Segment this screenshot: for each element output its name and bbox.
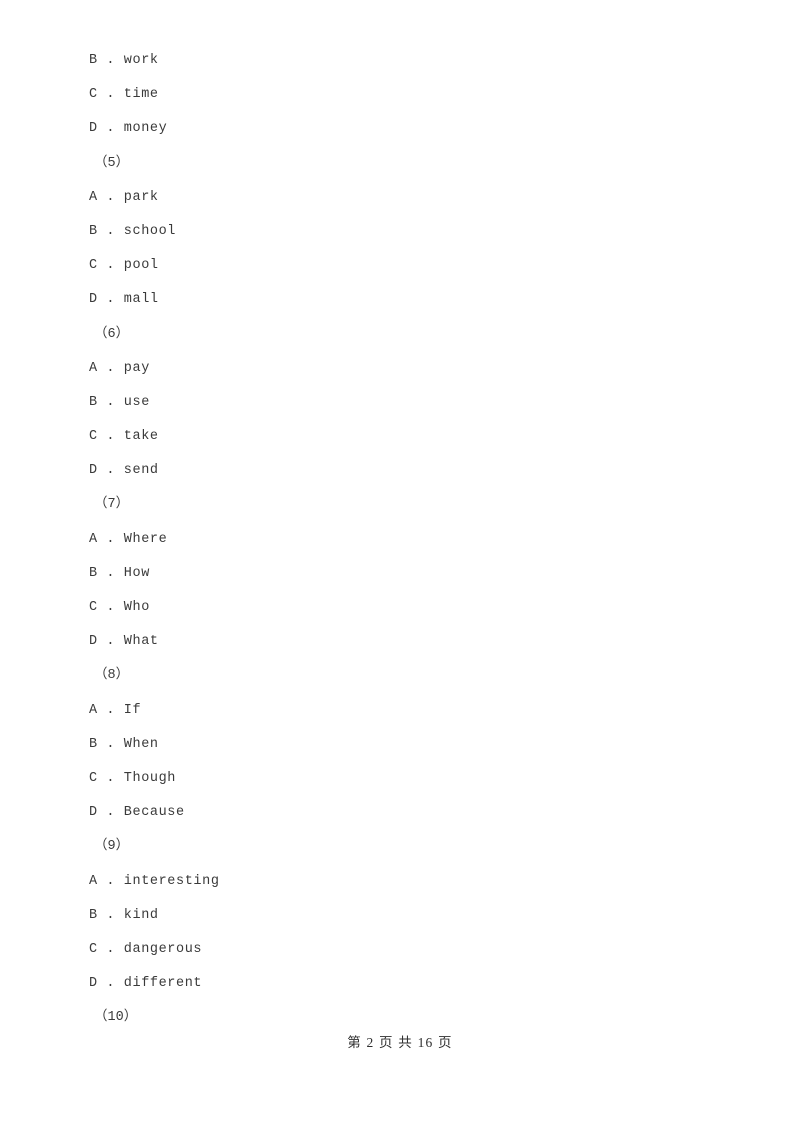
answer-option: C . pool [89,258,159,274]
answer-option: A . pay [89,360,150,376]
question-number: （7） [94,497,130,513]
answer-option: B . work [89,53,159,68]
answer-option: C . dangerous [89,941,203,957]
answer-option: D . mall [89,292,159,308]
answer-option: D . Because [89,805,185,821]
answer-option: C . time [89,87,159,103]
answer-option: C . Who [89,600,150,615]
answer-option: A . If [89,702,142,718]
answer-option: B . use [89,394,150,410]
answer-option: C . take [89,429,159,445]
document-page: B . work C . time D . money （5） A . park B . … [0,0,800,1132]
question-number: （6） [94,326,130,342]
answer-option: A . Where [89,531,168,547]
answer-option: A . park [89,189,159,205]
answer-option: D . send [89,463,159,479]
answer-option: C . Though [89,770,177,786]
question-number: （10） [94,1010,138,1026]
answer-option: B . school [89,223,177,239]
answer-option: B . kind [89,907,159,923]
question-number: （9） [94,839,130,855]
answer-option: D . money [89,121,168,137]
question-options-list: B . work C . time D . money （5） A . park B . … [89,44,729,1035]
question-number: （5） [94,155,130,171]
answer-option: D . different [89,976,203,992]
answer-option: A . interesting [89,873,220,889]
answer-option: D . What [89,634,159,650]
answer-option: B . When [89,736,159,752]
question-number: （8） [94,668,130,684]
answer-option: B . How [89,565,150,581]
page-footer: 第 2 页 共 16 页 [347,1035,453,1050]
